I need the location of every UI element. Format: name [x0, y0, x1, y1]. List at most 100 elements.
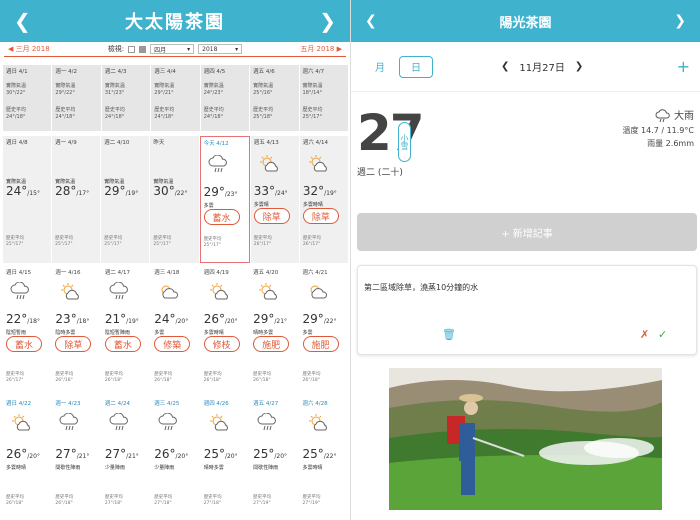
prev-day-icon[interactable]: ❮ [501, 61, 509, 72]
task-tag[interactable]: 施肥 [302, 336, 339, 352]
actual-temp-value: 24°/23° [203, 90, 224, 96]
day-label: 週一 4/9 [55, 140, 77, 146]
prev-month-link[interactable]: ◀ 三月 2018 [8, 44, 50, 54]
day-cell[interactable]: 週一 4/23 27°/21° 間歇性陣雨歷史平均 26°/18° [52, 397, 101, 520]
temperature: 29°/19° [104, 184, 139, 198]
task-tag[interactable]: 除草 [302, 208, 339, 224]
task-tag[interactable]: 施肥 [253, 336, 290, 352]
note-text[interactable]: 第二區域除草，澆蒸10分鐘的水 [364, 282, 478, 293]
day-cell[interactable]: 週三 4/4 實際氣溫 29°/21° 歷史平均 24°/18° [151, 65, 200, 131]
month-controls: ◀ 三月 2018 檢視: 四月 ▾ 2018 ▾ 五月 2018 ▶ [0, 42, 350, 56]
day-label: 週日 4/22 [6, 401, 32, 407]
task-tag[interactable]: 蓄水 [104, 336, 141, 352]
historical-average: 歷史平均 25°/17° [203, 237, 222, 249]
day-cell[interactable]: 今天 4/12 29°/23° 多雲 蓄水 歷史平均 25°/17° [199, 136, 250, 263]
day-cell[interactable]: 週日 4/8 實際氣溫 24°/15° 歷史平均 25°/17° [3, 136, 52, 263]
rain-icon [157, 412, 183, 433]
day-cell[interactable]: 週六 4/14 32°/19° 多雲時晴 除草 歷史平均 26°/17° [299, 136, 348, 263]
week-row: 週日 4/1 實際氣溫 30°/22° 歷史平均 24°/18° 週一 4/2 實際氣溫 29… [3, 65, 348, 131]
weekday-label: 週二 (二十) [357, 168, 403, 178]
day-cell[interactable]: 週一 4/16 23°/18° 陰時多雲 除草 歷史平均 26°/18° [52, 266, 101, 393]
condition-text: 多雲時晴 [302, 202, 323, 208]
day-label: 週五 4/27 [253, 401, 279, 407]
day-label: 週一 4/23 [55, 401, 81, 407]
back-arrow-icon[interactable]: ❮ [365, 13, 377, 29]
task-tag[interactable]: 修枝 [203, 336, 240, 352]
historical-average: 歷史平均 26°/18° [55, 495, 74, 507]
day-label: 昨天 [153, 140, 165, 146]
task-tag[interactable]: 蓄水 [203, 209, 240, 225]
detail-header: ❮ 陽光茶園 ❯ [351, 0, 700, 42]
cancel-icon[interactable]: ✗ [640, 328, 649, 341]
rain-icon [108, 281, 134, 302]
historical-average: 歷史平均 26°/18° [253, 372, 272, 384]
day-cell[interactable]: 週五 4/20 29°/21° 晴時多雲 施肥 歷史平均 26°/18° [250, 266, 299, 393]
day-cell[interactable]: 週五 4/6 實際氣溫 25°/16° 歷史平均 25°/18° [250, 65, 299, 131]
rainfall-line: 雨量 2.6mm [647, 138, 694, 148]
day-cell[interactable]: 週四 4/26 25°/20° 晴時多雲 歷史平均 27°/18° [200, 397, 250, 520]
day-cell[interactable]: 週一 4/2 實際氣溫 29°/22° 歷史平均 24°/18° [52, 65, 101, 131]
app-title: 大太陽茶園 [125, 12, 225, 33]
add-note-button[interactable]: + 新增記事 [357, 213, 697, 251]
forward-arrow-icon[interactable]: ❯ [674, 13, 686, 29]
historical-average: 歷史平均 26°/18° [55, 372, 74, 384]
temperature: 25°/20° [203, 447, 238, 461]
temperature: 27°/21° [55, 447, 90, 461]
day-label: 週三 4/25 [154, 401, 180, 407]
condition-text: 間歇性陣雨 [55, 465, 81, 471]
day-cell[interactable]: 昨天 實際氣溫 30°/22° 歷史平均 25°/17° [150, 136, 199, 263]
day-label: 週六 4/14 [302, 140, 328, 146]
day-cell[interactable]: 週六 4/21 29°/22° 多雲 施肥 歷史平均 26°/18° [299, 266, 348, 393]
day-cell[interactable]: 週六 4/28 25°/22° 多雲時晴 歷史平均 27°/19° [299, 397, 348, 520]
temperature: 25°/22° [302, 447, 337, 461]
day-cell[interactable]: 週四 4/19 26°/20° 多雲時晴 修枝 歷史平均 26°/18° [200, 266, 250, 393]
day-cell[interactable]: 週日 4/15 22°/18° 陰短暫雨 蓄水 歷史平均 26°/17° [3, 266, 52, 393]
day-cell[interactable]: 週二 4/17 21°/19° 陰短暫陣雨 蓄水 歷史平均 26°/18° [101, 266, 151, 393]
day-cell[interactable]: 週五 4/27 25°/20° 間歇性陣雨 歷史平均 27°/19° [250, 397, 299, 520]
day-cell[interactable]: 週二 4/24 27°/21° 少量陣雨 歷史平均 27°/18° [101, 397, 151, 520]
day-label: 週一 4/2 [55, 69, 78, 75]
month-select[interactable]: 四月 ▾ [150, 44, 195, 54]
next-arrow-icon[interactable]: ❯ [319, 9, 336, 33]
condition-text: 少量陣雨 [154, 465, 175, 471]
view-list-toggle[interactable] [139, 45, 147, 53]
sun-cloud-icon [58, 282, 84, 302]
day-cell[interactable]: 週二 4/3 實際氣溫 31°/23° 歷史平均 24°/18° [101, 65, 151, 131]
temperature: 26°/20° [154, 447, 189, 461]
temperature: 21°/19° [104, 312, 139, 326]
task-tag[interactable]: 除草 [55, 336, 92, 352]
day-cell[interactable]: 週日 4/22 26°/20° 多雲時晴 歷史平均 26°/18° [3, 397, 52, 520]
task-tag[interactable]: 蓄水 [6, 336, 42, 352]
day-cell[interactable]: 週五 4/13 33°/24° 多雲晴 除草 歷史平均 26°/17° [250, 136, 299, 263]
day-cell[interactable]: 週三 4/18 24°/20° 多雲 修築 歷史平均 26°/18° [151, 266, 200, 393]
day-cell[interactable]: 週六 4/7 實際氣溫 18°/14° 歷史平均 25°/17° [299, 65, 348, 131]
weather-text: 大雨 [674, 111, 694, 122]
task-tag[interactable]: 修築 [154, 336, 191, 352]
sun-cloud-icon [9, 413, 35, 433]
actual-temp-value: 31°/23° [104, 90, 125, 96]
historical-average: 歷史平均 25°/17° [6, 236, 24, 248]
confirm-icon[interactable]: ✓ [658, 328, 667, 341]
day-label: 週日 4/1 [6, 69, 28, 75]
day-cell[interactable]: 週二 4/10 實際氣溫 29°/19° 歷史平均 25°/17° [101, 136, 150, 263]
day-label: 週日 4/15 [6, 270, 32, 276]
condition-text: 多雲時晴 [203, 330, 224, 336]
task-tag[interactable]: 除草 [253, 208, 290, 224]
temperature: 24°/15° [6, 184, 40, 198]
tab-month[interactable]: 月 [363, 56, 397, 78]
historical-value: 24°/18° [6, 114, 26, 120]
day-cell[interactable]: 週一 4/9 實際氣溫 28°/17° 歷史平均 25°/17° [52, 136, 101, 263]
day-cell[interactable]: 週三 4/25 26°/20° 少量陣雨 歷史平均 27°/18° [151, 397, 200, 520]
prev-arrow-icon[interactable]: ❮ [14, 9, 31, 33]
add-icon[interactable]: + [677, 57, 690, 76]
actual-temp-label: 實際氣溫 [104, 83, 125, 89]
view-grid-toggle[interactable] [128, 45, 136, 53]
trash-icon[interactable]: 🗑 [442, 328, 456, 341]
next-month-link[interactable]: 五月 2018 ▶ [300, 44, 342, 54]
next-day-icon[interactable]: ❯ [575, 61, 583, 72]
day-label: 週二 4/10 [104, 140, 130, 146]
day-cell[interactable]: 週四 4/5 實際氣溫 24°/23° 歷史平均 24°/18° [200, 65, 250, 131]
year-select[interactable]: 2018 ▾ [198, 44, 243, 54]
tab-day[interactable]: 日 [399, 55, 433, 78]
day-cell[interactable]: 週日 4/1 實際氣溫 30°/22° 歷史平均 24°/18° [3, 65, 52, 131]
